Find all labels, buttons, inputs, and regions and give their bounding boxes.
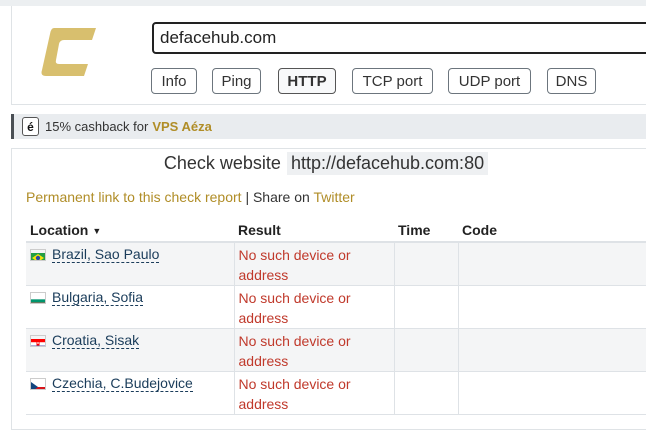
bulgaria-flag-icon — [30, 292, 46, 304]
table-row: Croatia, Sisak No such device or address — [26, 328, 646, 372]
time-cell — [393, 328, 458, 372]
info-button[interactable]: Info — [151, 68, 197, 94]
table-row: Czechia, C.Budejovice No such device or … — [26, 371, 646, 415]
location-link[interactable]: Croatia, Sisak — [52, 333, 140, 349]
permalink-link[interactable]: Permanent link to this check report — [26, 189, 242, 205]
table-row: Bulgaria, Sofia No such device or addres… — [26, 285, 646, 329]
czechia-flag-icon — [30, 378, 46, 390]
time-cell — [393, 242, 458, 286]
search-input[interactable] — [152, 22, 646, 54]
promo-text: 15% cashback for — [45, 119, 149, 134]
dns-button[interactable]: DNS — [547, 68, 596, 94]
links-separator: | — [245, 189, 250, 205]
location-link[interactable]: Brazil, Sao Paulo — [52, 247, 160, 263]
promo-banner: é 15% cashback for VPS Aéza — [11, 114, 646, 139]
location-header[interactable]: Location ▼ — [26, 219, 234, 243]
sort-down-icon[interactable]: ▼ — [92, 226, 101, 236]
ping-button[interactable]: Ping — [212, 68, 261, 94]
tcp-port-button[interactable]: TCP port — [352, 68, 433, 94]
results-table: Location ▼ Result Time Code Brazil, Sao P… — [26, 219, 646, 415]
logo-icon[interactable] — [38, 24, 98, 80]
page-title: Check website http://defacehub.com:80 — [12, 149, 646, 177]
code-cell — [457, 242, 646, 286]
result-cell: No such device or address — [233, 242, 394, 286]
location-link[interactable]: Czechia, C.Budejovice — [52, 376, 193, 392]
location-link[interactable]: Bulgaria, Sofia — [52, 290, 144, 306]
result-header: Result — [234, 219, 394, 243]
code-cell — [457, 371, 646, 415]
croatia-flag-icon — [30, 335, 46, 347]
share-text: Share on — [252, 189, 310, 205]
location-cell: Croatia, Sisak — [26, 328, 234, 372]
http-button[interactable]: HTTP — [278, 68, 336, 94]
time-cell — [393, 285, 458, 329]
header: Info Ping HTTP TCP port UDP port DNS — [11, 6, 646, 105]
brazil-flag-icon — [30, 249, 46, 261]
location-cell: Brazil, Sao Paulo — [26, 242, 234, 286]
twitter-link[interactable]: Twitter — [313, 189, 354, 205]
checked-url: http://defacehub.com:80 — [286, 151, 489, 175]
time-header: Time — [394, 219, 458, 243]
report-links: Permanent link to this check report | Sh… — [26, 189, 355, 205]
result-cell: No such device or address — [233, 371, 394, 415]
code-cell — [457, 285, 646, 329]
promo-link[interactable]: VPS Aéza — [152, 119, 212, 134]
aeza-badge-icon: é — [22, 117, 39, 136]
result-cell: No such device or address — [233, 328, 394, 372]
results-panel: Check website http://defacehub.com:80 Pe… — [11, 148, 646, 430]
page-title-text: Check website — [163, 152, 281, 173]
time-cell — [393, 371, 458, 415]
udp-port-button[interactable]: UDP port — [448, 68, 531, 94]
code-cell — [457, 328, 646, 372]
table-row: Brazil, Sao Paulo No such device or addr… — [26, 242, 646, 286]
code-header: Code — [458, 219, 646, 243]
result-cell: No such device or address — [233, 285, 394, 329]
location-cell: Bulgaria, Sofia — [26, 285, 234, 329]
location-cell: Czechia, C.Budejovice — [26, 371, 234, 415]
